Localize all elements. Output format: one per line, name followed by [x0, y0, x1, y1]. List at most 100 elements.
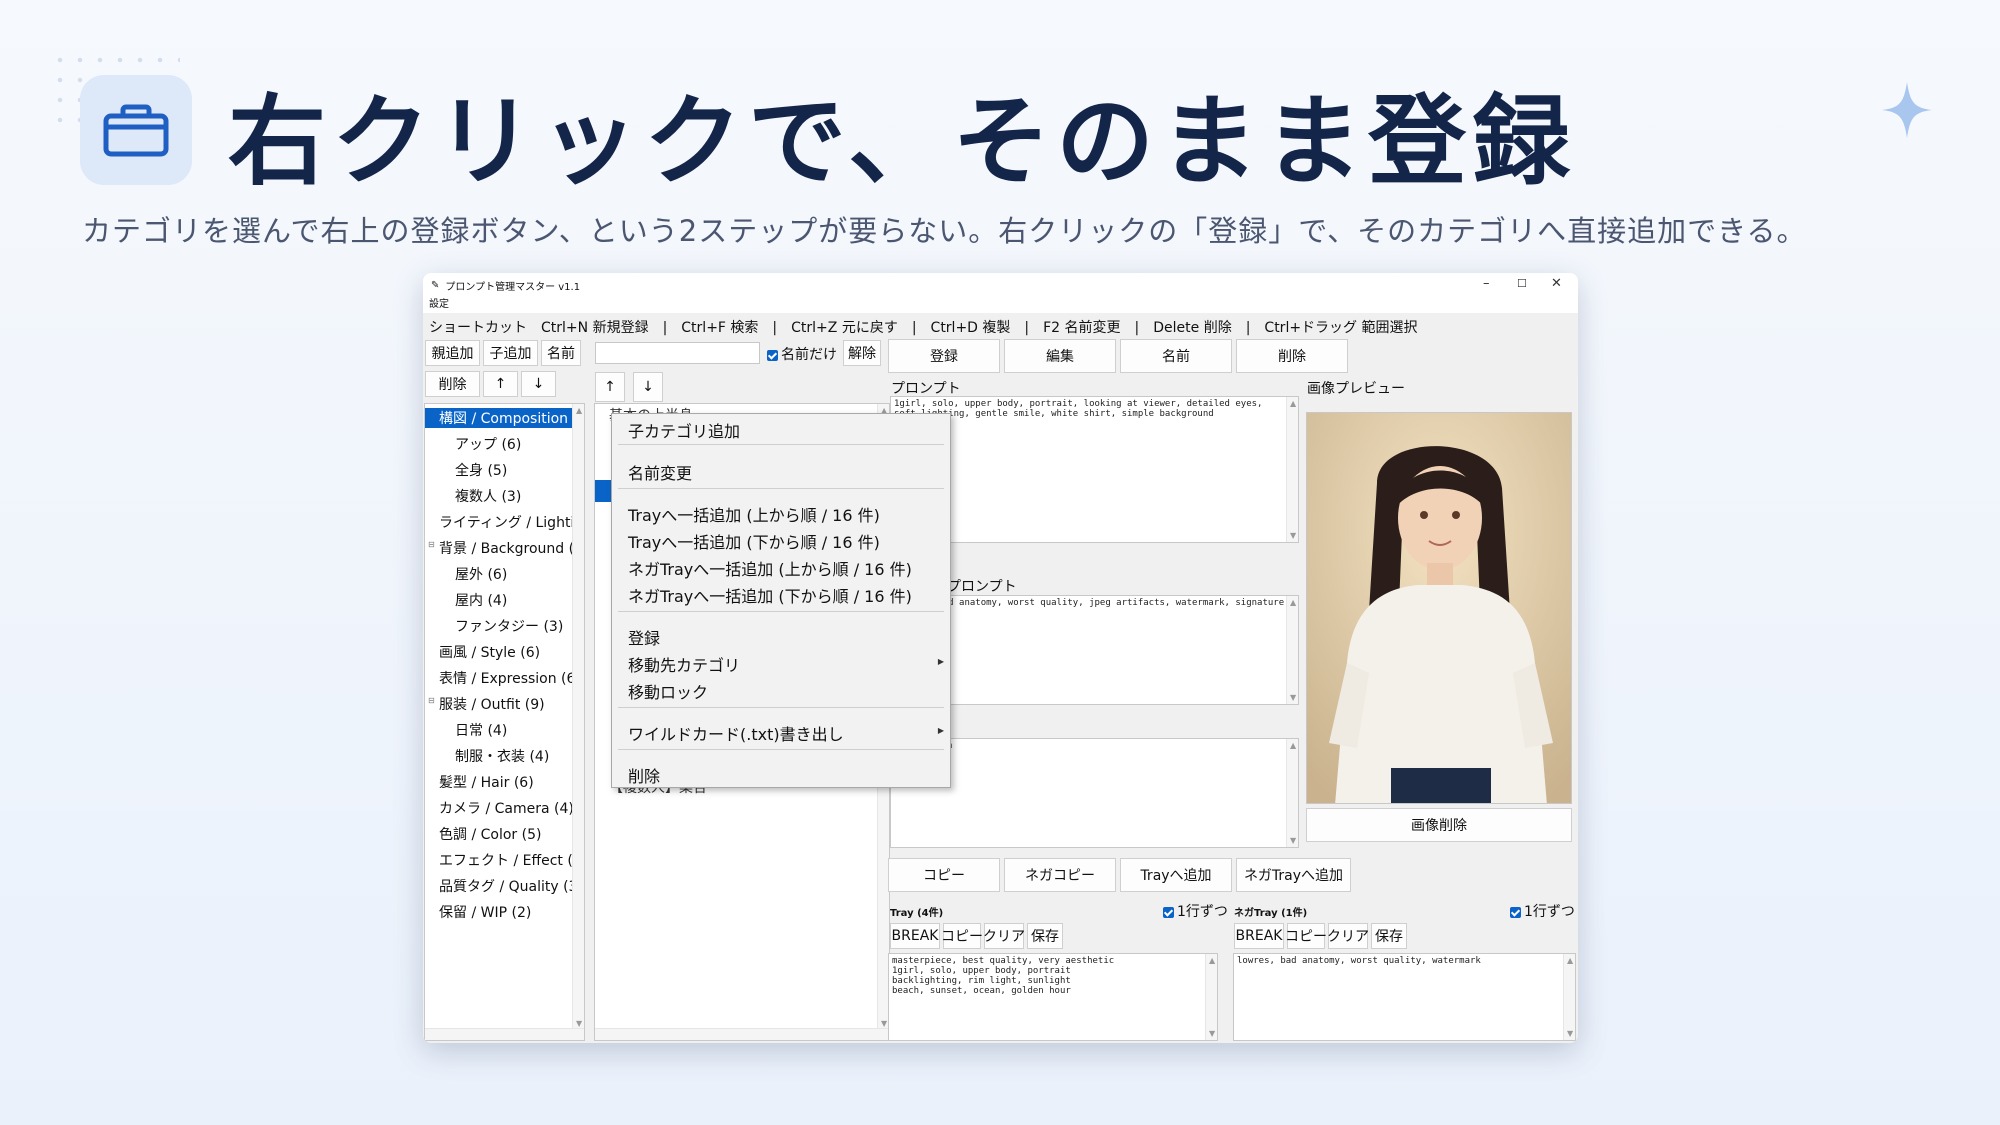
add-child-button[interactable]: 子追加: [483, 340, 538, 366]
tree-item[interactable]: ファンタジー (3): [455, 616, 563, 636]
menu-delete[interactable]: 削除: [628, 763, 660, 787]
tree-item[interactable]: 屋内 (4): [455, 590, 507, 610]
memo-textarea[interactable]: n ▲▼: [890, 738, 1299, 848]
tree-item[interactable]: エフェクト / Effect (4): [439, 850, 585, 870]
tree-item[interactable]: ■構図 / Composition (: [425, 408, 578, 428]
delete-category-button[interactable]: 削除: [425, 371, 480, 397]
category-tree[interactable]: ■構図 / Composition ( アップ (6) 全身 (5) 複数人 (3) ラ…: [424, 403, 585, 1041]
tree-item[interactable]: 全身 (5): [455, 460, 507, 480]
move-up-item-button[interactable]: ↑: [595, 372, 625, 402]
scroll-up-arrow[interactable]: ▲: [1290, 598, 1296, 607]
negative-tray-break-button[interactable]: BREAK: [1234, 923, 1284, 949]
tray-textarea[interactable]: masterpiece, best quality, very aestheti…: [888, 953, 1218, 1041]
tray-clear-button[interactable]: クリア: [983, 923, 1025, 949]
menu-move-to-category[interactable]: 移動先カテゴリ: [628, 652, 740, 676]
minimize-button[interactable]: –: [1483, 276, 1490, 291]
negative-tray-one-per-line-checkbox[interactable]: 1行ずつ: [1510, 901, 1575, 921]
tree-item[interactable]: 髪型 / Hair (6): [439, 772, 534, 792]
menu-separator: [618, 488, 944, 489]
tree-scrollbar[interactable]: ▲ ▼: [572, 404, 584, 1030]
scroll-down-arrow[interactable]: ▼: [1290, 531, 1296, 540]
add-to-negative-tray-button[interactable]: ネガTrayへ追加: [1236, 858, 1351, 892]
menu-move-lock[interactable]: 移動ロック: [628, 679, 708, 703]
tray-break-button[interactable]: BREAK: [890, 923, 940, 949]
menu-rename[interactable]: 名前変更: [628, 460, 692, 484]
scroll-up-arrow[interactable]: ▲: [1567, 956, 1573, 965]
negative-copy-button[interactable]: ネガコピー: [1004, 858, 1116, 892]
tray-label: Tray (4件): [890, 908, 944, 919]
tree-item[interactable]: 日常 (4): [455, 720, 507, 740]
scroll-down-arrow[interactable]: ▼: [1209, 1029, 1215, 1038]
tree-item-label: アップ (6): [455, 437, 522, 453]
negative-prompt-scrollbar[interactable]: ▲ ▼: [1286, 596, 1298, 704]
tree-item[interactable]: ⊟ 服装 / Outfit (9): [428, 694, 545, 714]
negative-tray-textarea[interactable]: lowres, bad anatomy, worst quality, wate…: [1233, 953, 1576, 1041]
negative-tray-copy-button[interactable]: コピー: [1285, 923, 1327, 949]
tree-item[interactable]: 保留 / WIP (2): [439, 902, 531, 922]
search-input[interactable]: [595, 342, 760, 364]
delete-item-button[interactable]: 削除: [1236, 339, 1348, 373]
clear-search-button[interactable]: 解除: [843, 340, 881, 366]
menu-add-child-category[interactable]: 子カテゴリ追加: [628, 418, 740, 442]
menu-negative-tray-add-top[interactable]: ネガTrayへ一括追加 (上から順 / 16 件): [628, 556, 912, 580]
tree-item[interactable]: 表情 / Expression (6): [439, 668, 581, 688]
copy-button[interactable]: コピー: [888, 858, 1000, 892]
tray-scrollbar[interactable]: ▲ ▼: [1205, 954, 1217, 1040]
menu-tray-add-bottom[interactable]: Trayへ一括追加 (下から順 / 16 件): [628, 529, 880, 553]
register-button[interactable]: 登録: [888, 339, 1000, 373]
negative-tray-clear-button[interactable]: クリア: [1327, 923, 1369, 949]
scroll-down-arrow[interactable]: ▼: [1290, 693, 1296, 702]
negative-prompt-textarea[interactable]: lowres, bad anatomy, worst quality, jpeg…: [890, 595, 1299, 705]
close-button[interactable]: ✕: [1551, 276, 1562, 291]
scroll-up-arrow[interactable]: ▲: [1290, 399, 1296, 408]
tray-save-button[interactable]: 保存: [1027, 923, 1063, 949]
prompt-scrollbar[interactable]: ▲ ▼: [1286, 397, 1298, 542]
maximize-button[interactable]: ☐: [1517, 277, 1527, 290]
menu-settings[interactable]: 設定: [423, 297, 1578, 313]
memo-scrollbar[interactable]: ▲ ▼: [1286, 739, 1298, 847]
menu-negative-tray-add-bottom[interactable]: ネガTrayへ一括追加 (下から順 / 16 件): [628, 583, 912, 607]
tray-one-per-line-checkbox[interactable]: 1行ずつ: [1163, 901, 1228, 921]
tree-item[interactable]: 画風 / Style (6): [439, 642, 540, 662]
tree-item[interactable]: カメラ / Camera (4): [439, 798, 574, 818]
prompt-textarea[interactable]: 1girl, solo, upper body, portrait, looki…: [890, 396, 1299, 543]
menu-register[interactable]: 登録: [628, 625, 660, 649]
menu-tray-add-top[interactable]: Trayへ一括追加 (上から順 / 16 件): [628, 502, 880, 526]
tree-item[interactable]: 制服・衣装 (4): [455, 746, 549, 766]
rename-category-button[interactable]: 名前: [541, 340, 581, 366]
move-up-category-button[interactable]: ↑: [483, 371, 518, 397]
tree-item[interactable]: 屋外 (6): [455, 564, 507, 584]
collapse-toggle-icon[interactable]: ⊟: [428, 540, 435, 549]
scroll-down-arrow[interactable]: ▼: [881, 1019, 887, 1028]
edit-button[interactable]: 編集: [1004, 339, 1116, 373]
collapse-toggle-icon[interactable]: ⊟: [428, 696, 435, 705]
scroll-down-arrow[interactable]: ▼: [576, 1019, 582, 1028]
name-only-checkbox[interactable]: 名前だけ: [767, 344, 837, 364]
tree-item-label: エフェクト / Effect (4): [439, 853, 585, 869]
tree-item[interactable]: ライティング / Lighting: [439, 512, 584, 532]
rename-item-button[interactable]: 名前: [1120, 339, 1232, 373]
move-down-item-button[interactable]: ↓: [633, 372, 663, 402]
tree-hscrollbar[interactable]: [425, 1028, 584, 1040]
add-parent-button[interactable]: 親追加: [425, 340, 480, 366]
add-to-tray-button[interactable]: Trayへ追加: [1120, 858, 1232, 892]
tree-item[interactable]: アップ (6): [455, 434, 521, 454]
move-down-category-button[interactable]: ↓: [521, 371, 556, 397]
tree-item[interactable]: 複数人 (3): [455, 486, 521, 506]
tree-item[interactable]: ⊟ 背景 / Background (1: [428, 538, 583, 558]
scroll-down-arrow[interactable]: ▼: [1290, 836, 1296, 845]
tray-copy-button[interactable]: コピー: [941, 923, 983, 949]
scroll-down-arrow[interactable]: ▼: [1567, 1029, 1573, 1038]
list-hscrollbar[interactable]: [595, 1028, 889, 1040]
tree-item[interactable]: 品質タグ / Quality (3): [439, 876, 583, 896]
scroll-up-arrow[interactable]: ▲: [576, 406, 582, 415]
tree-item[interactable]: 色調 / Color (5): [439, 824, 541, 844]
tree-item-label: 表情 / Expression (6): [439, 671, 581, 687]
delete-image-button[interactable]: 画像削除: [1306, 808, 1572, 842]
negative-tray-scrollbar[interactable]: ▲ ▼: [1563, 954, 1575, 1040]
scroll-up-arrow[interactable]: ▲: [1290, 741, 1296, 750]
feather-icon: ✎: [431, 279, 440, 291]
negative-tray-save-button[interactable]: 保存: [1371, 923, 1407, 949]
scroll-up-arrow[interactable]: ▲: [1209, 956, 1215, 965]
menu-wildcard-export[interactable]: ワイルドカード(.txt)書き出し: [628, 721, 844, 745]
